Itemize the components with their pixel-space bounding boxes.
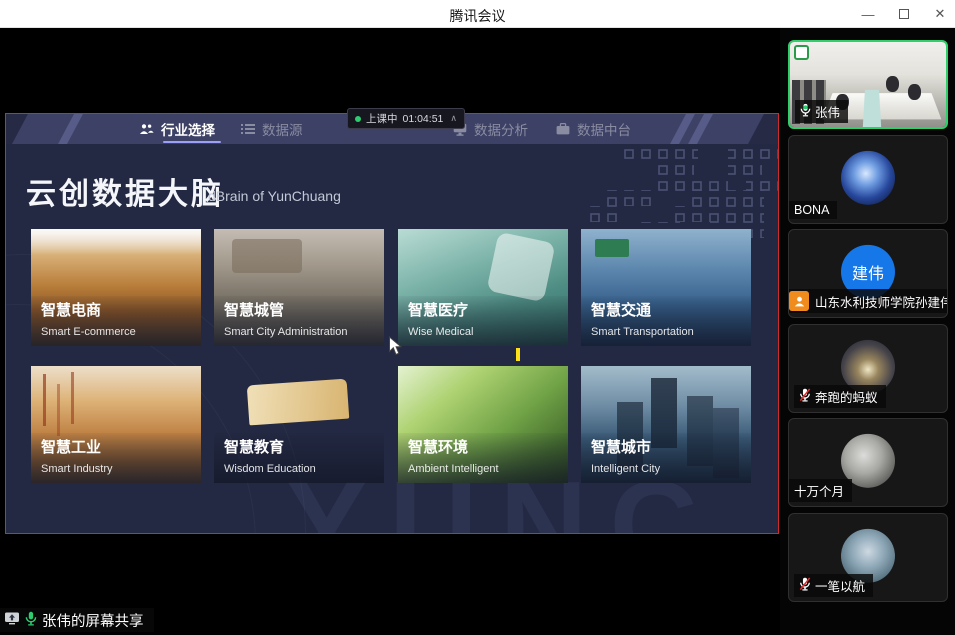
participant-name: BONA <box>794 203 829 217</box>
shared-screen-region: 行业选择 数据源 数据分析 <box>5 113 779 534</box>
tencent-meeting-window: 腾讯会议 — ✕ 行业选择 <box>0 0 955 635</box>
mic-muted-icon <box>799 388 811 405</box>
participants-sidebar: 张伟 BONA 建伟 山东水利技师学院孙建伟 奔 <box>780 28 955 635</box>
participant-name: 十万个月 <box>794 481 844 500</box>
tab-industry-select[interactable]: 行业选择 <box>139 114 215 144</box>
mic-on-icon <box>800 103 811 120</box>
people-icon <box>139 123 154 136</box>
tile-title-zh: 智慧城管 <box>224 299 284 320</box>
participant-tile-shiwangeyue[interactable]: 十万个月 <box>788 418 948 507</box>
window-title: 腾讯会议 <box>0 6 955 26</box>
participant-tile-yibiyihang[interactable]: 一笔以航 <box>788 513 948 602</box>
tile-title-zh: 智慧医疗 <box>408 299 468 320</box>
share-banner-label: 张伟的屏幕共享 <box>42 610 144 631</box>
tile-title-zh: 智慧电商 <box>41 299 101 320</box>
tab-label: 数据源 <box>262 119 303 139</box>
dashboard-title: 云创数据大脑 <box>26 169 224 213</box>
chevron-up-icon[interactable]: ∧ <box>450 113 457 124</box>
meeting-stage: 行业选择 数据源 数据分析 <box>0 28 780 635</box>
briefcase-icon <box>556 123 570 135</box>
tile-title-en: Intelligent City <box>591 463 660 475</box>
active-tab-underline <box>163 141 221 143</box>
participant-tile-benpaodemayi[interactable]: 奔跑的蚂蚁 <box>788 324 948 413</box>
participant-tile-bona[interactable]: BONA <box>788 135 948 224</box>
tile-smart-industry[interactable]: 智慧工业 Smart Industry <box>31 366 201 483</box>
tile-smart-transportation[interactable]: 智慧交通 Smart Transportation <box>581 229 751 346</box>
tile-title-zh: 智慧环境 <box>408 436 468 457</box>
tile-ambient-intelligent[interactable]: 智慧环境 Ambient Intelligent <box>398 366 568 483</box>
annotation-marker <box>516 348 520 361</box>
tile-title-en: Smart Transportation <box>591 326 694 338</box>
participant-tile-sunjianwei[interactable]: 建伟 山东水利技师学院孙建伟 <box>788 229 948 318</box>
mouse-cursor-icon <box>388 336 402 361</box>
tile-title-en: Wisdom Education <box>224 463 316 475</box>
close-button[interactable]: ✕ <box>933 7 947 21</box>
dashboard-subtitle: dBrain of YunChuang <box>208 188 341 204</box>
tile-title-en: Wise Medical <box>408 326 473 338</box>
avatar-initials: 建伟 <box>852 259 884 283</box>
tile-smart-city-administration[interactable]: 智慧城管 Smart City Administration <box>214 229 384 346</box>
decor-square-pattern <box>588 146 779 238</box>
screen-share-banner: 张伟的屏幕共享 <box>0 608 154 632</box>
participant-name: 张伟 <box>815 102 840 121</box>
participant-tile-zhangwei[interactable]: 张伟 <box>788 40 948 129</box>
list-icon <box>241 123 255 135</box>
tile-title-zh: 智慧交通 <box>591 299 651 320</box>
tile-wisdom-education[interactable]: 智慧教育 Wisdom Education <box>214 366 384 483</box>
status-dot-icon <box>355 116 361 122</box>
maximize-button[interactable] <box>897 7 911 21</box>
tile-title-en: Smart E-commerce <box>41 326 136 338</box>
tile-title-zh: 智慧城市 <box>591 436 651 457</box>
tile-smart-ecommerce[interactable]: 智慧电商 Smart E-commerce <box>31 229 201 346</box>
minimize-button[interactable]: — <box>861 7 875 21</box>
tile-title-en: Ambient Intelligent <box>408 463 499 475</box>
tab-data-source[interactable]: 数据源 <box>241 114 303 144</box>
meeting-timer-badge[interactable]: 上课中 01:04:51 ∧ <box>347 108 465 129</box>
video-person <box>886 76 899 92</box>
timer-time: 01:04:51 <box>403 113 444 125</box>
tab-label: 数据分析 <box>474 119 528 139</box>
tab-data-platform[interactable]: 数据中台 <box>556 114 631 144</box>
tile-title-zh: 智慧工业 <box>41 436 101 457</box>
maximize-icon <box>899 9 909 19</box>
tab-label: 行业选择 <box>161 119 215 139</box>
tile-wise-medical[interactable]: 智慧医疗 Wise Medical <box>398 229 568 346</box>
participant-name: 山东水利技师学院孙建伟 <box>815 292 948 311</box>
person-badge-icon <box>789 291 809 311</box>
tile-intelligent-city[interactable]: 智慧城市 Intelligent City <box>581 366 751 483</box>
tile-title-en: Smart Industry <box>41 463 113 475</box>
tile-title-zh: 智慧教育 <box>224 436 284 457</box>
tile-title-en: Smart City Administration <box>224 326 347 338</box>
video-detail <box>863 90 881 127</box>
window-titlebar: 腾讯会议 — ✕ <box>0 0 955 28</box>
timer-status: 上课中 <box>366 111 398 126</box>
mic-muted-icon <box>799 577 811 594</box>
tab-label: 数据中台 <box>577 119 631 139</box>
participant-avatar <box>841 150 895 204</box>
mic-on-icon <box>25 611 37 630</box>
screen-share-icon <box>4 611 20 629</box>
room-logo <box>794 45 809 60</box>
video-person <box>908 84 921 100</box>
participant-name: 奔跑的蚂蚁 <box>815 387 878 406</box>
participant-name: 一笔以航 <box>815 576 865 595</box>
